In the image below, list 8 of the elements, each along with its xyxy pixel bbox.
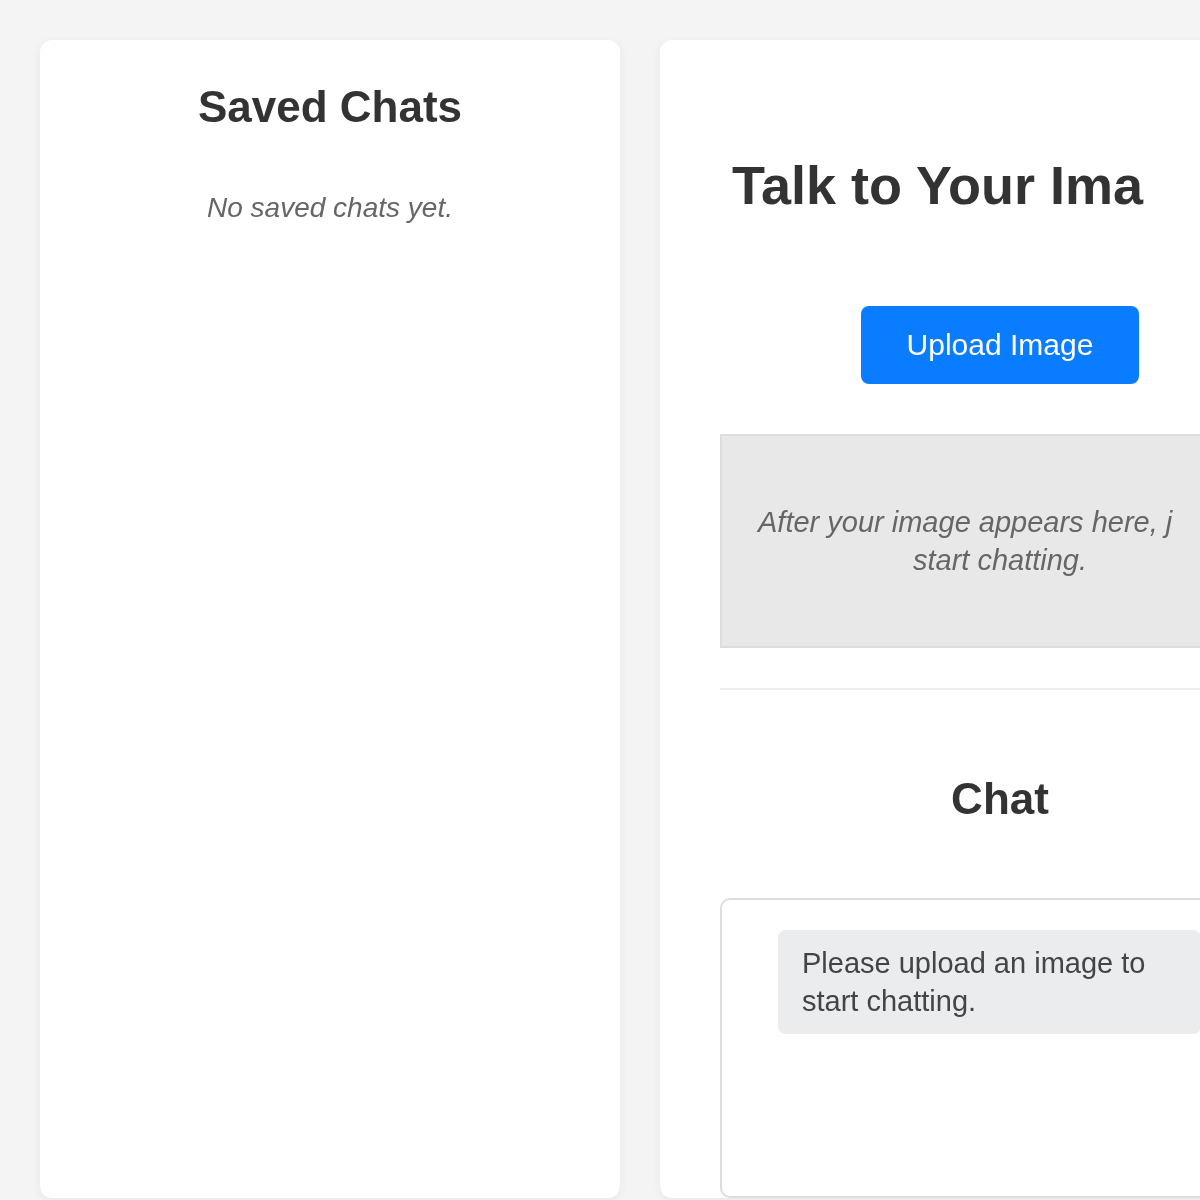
page-title: Talk to Your Ima bbox=[732, 154, 1144, 217]
sidebar-title: Saved Chats bbox=[197, 81, 463, 133]
upload-button[interactable]: Upload Image bbox=[861, 306, 1139, 384]
placeholder-text: After your image appears here, j bbox=[758, 505, 1173, 541]
placeholder-text: start chatting. bbox=[912, 543, 1088, 579]
empty-message: No saved chats yet. bbox=[207, 192, 453, 224]
chat-title: Chat bbox=[951, 773, 1049, 826]
chat-message: Please upload an image to start chatting. bbox=[778, 930, 1200, 1035]
